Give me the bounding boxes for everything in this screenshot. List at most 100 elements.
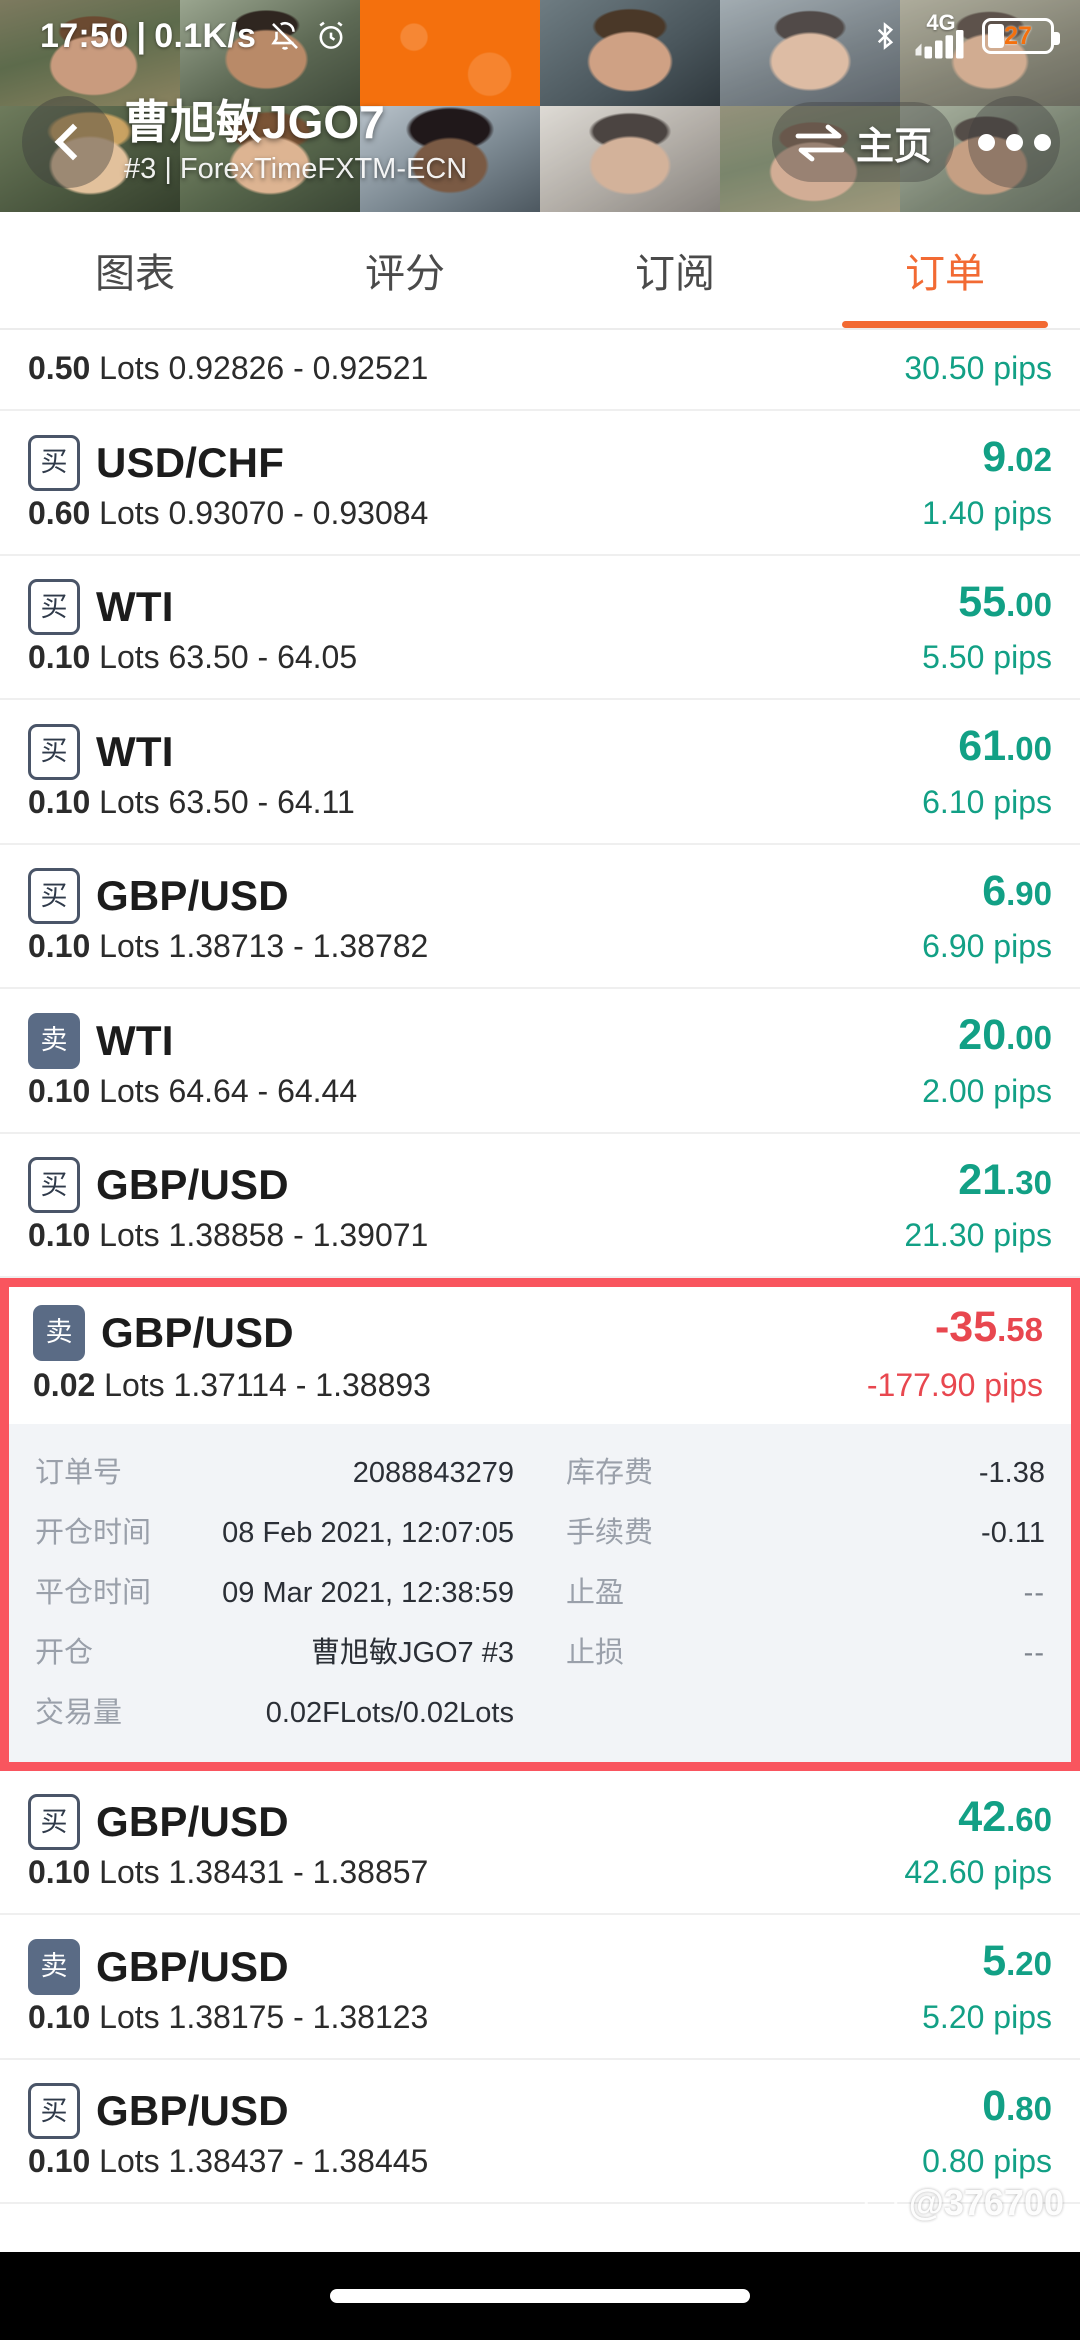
order-close-price: 0.93084 xyxy=(312,494,429,531)
order-row-bottom: 0.10 Lots 1.38713 - 1.38782 6.90 pips xyxy=(28,928,1052,987)
pips-label: pips xyxy=(984,1366,1043,1403)
order-row[interactable]: 买 GBP/USD 42.60 0.10 Lots 1.38431 - 1.38857… xyxy=(0,1770,1080,1915)
order-close-price: 0.92521 xyxy=(312,350,429,386)
order-close-price: 64.05 xyxy=(277,639,358,675)
order-symbol-block: 买 GBP/USD xyxy=(28,868,289,924)
order-row-bottom: 0.10 Lots 1.38858 - 1.39071 21.30 pips xyxy=(28,1217,1052,1276)
order-symbol-block: 买 WTI xyxy=(28,579,174,635)
order-profit-integer: -35 xyxy=(934,1303,998,1351)
home-indicator[interactable] xyxy=(330,2289,750,2303)
order-row-top: 买 GBP/USD 6.90 xyxy=(28,845,1052,924)
alarm-clock-icon xyxy=(319,21,343,49)
page-title: 曹旭敏JGO7 xyxy=(124,95,385,148)
more-dots-icon xyxy=(1033,133,1051,151)
price-range-dash: - xyxy=(257,1072,269,1109)
order-symbol-block: 卖 GBP/USD xyxy=(28,1938,289,1995)
order-row-top: 卖 GBP/USD -35.58 xyxy=(33,1303,1043,1361)
order-profit-decimal: .02 xyxy=(1006,441,1052,478)
order-volume: 0.02 xyxy=(33,1366,96,1403)
order-row[interactable]: 卖 GBP/USD 5.20 0.10 Lots 1.38175 - 1.38123 5… xyxy=(0,1915,1080,2060)
tab-label: 图表 xyxy=(95,252,175,296)
pips-label: pips xyxy=(993,494,1052,531)
order-row[interactable]: 买 GBP/USD 0.80 0.10 Lots 1.38437 - 1.38445 0… xyxy=(0,2059,1080,2204)
order-open-price: 1.38713 xyxy=(168,928,285,964)
pips-label: pips xyxy=(993,639,1052,675)
order-volume: 0.10 xyxy=(28,928,91,964)
price-range-dash: - xyxy=(293,2143,304,2179)
order-profit: 9.02 xyxy=(982,433,1052,482)
order-symbol: GBP/USD xyxy=(96,1942,289,1990)
order-pips-value: 1.40 xyxy=(922,494,985,531)
lots-label: Lots xyxy=(99,350,160,386)
tab-label: 评分 xyxy=(365,252,445,296)
pips-label: pips xyxy=(993,350,1052,386)
account-subtitle: #3 | ForexTimeFXTM-ECN xyxy=(124,152,468,185)
order-row-bottom: 0.02 Lots 1.37114 - 1.38893 -177.90 pips xyxy=(33,1367,1043,1404)
order-row-top: 买 GBP/USD 21.30 xyxy=(28,1134,1052,1213)
order-row[interactable]: 买 WTI 61.00 0.10 Lots 63.50 - 64.11 6.10 pip… xyxy=(0,700,1080,845)
detail-row: 止盈 -- xyxy=(566,1560,1045,1620)
tab-label: 订阅 xyxy=(635,252,715,296)
order-profit-integer: 9 xyxy=(982,433,1007,481)
order-close-price: 64.11 xyxy=(277,783,355,820)
order-open-price: 1.37114 xyxy=(173,1366,287,1403)
order-profit-integer: 21 xyxy=(958,1155,1007,1204)
order-profit-decimal: .00 xyxy=(1006,585,1052,623)
price-range-dash: - xyxy=(293,1854,304,1890)
order-profit-decimal: .00 xyxy=(1006,1019,1052,1056)
order-profit: 42.60 xyxy=(958,1793,1052,1842)
order-pips-value: 2.00 xyxy=(922,1072,985,1109)
detail-value: 08 Feb 2021, 12:07:05 xyxy=(222,1516,514,1549)
order-row[interactable]: 买 GBP/USD 21.30 0.10 Lots 1.38858 - 1.39071… xyxy=(0,1133,1080,1278)
battery-percent-label: 27 xyxy=(1004,21,1032,50)
order-row-top: 买 USD/CHF 9.02 xyxy=(28,411,1052,491)
tab-rating[interactable]: 评分 xyxy=(270,212,540,328)
order-open-price: 1.38431 xyxy=(168,1854,285,1890)
order-row[interactable]: 卖 WTI 20.00 0.10 Lots 64.64 - 64.44 2.00 pip… xyxy=(0,989,1080,1134)
order-pips-value: 5.20 xyxy=(922,1998,985,2035)
detail-row: 止损 -- xyxy=(566,1620,1045,1680)
order-volume-prices: 0.10 Lots 1.38713 - 1.38782 xyxy=(28,928,428,965)
order-pips: 5.20 pips xyxy=(922,1999,1052,2036)
pips-label: pips xyxy=(993,928,1052,964)
order-row[interactable]: 买 WTI 55.00 0.10 Lots 63.50 - 64.05 5.50 pip… xyxy=(0,555,1080,700)
detail-row: 开仓 曹旭敏JGO7 #3 xyxy=(35,1620,514,1680)
order-profit-decimal: .58 xyxy=(997,1311,1043,1348)
order-pips: 30.50 pips xyxy=(904,350,1052,387)
lots-label: Lots xyxy=(99,639,160,675)
detail-label: 平仓时间 xyxy=(35,1576,152,1609)
account-title-block: 曹旭敏JGO7 #3 | ForexTimeFXTM-ECN xyxy=(124,96,467,189)
more-button[interactable] xyxy=(968,96,1060,188)
detail-column-right: 库存费 -1.38 手续费 -0.11 止盈 -- 止损 -- xyxy=(540,1440,1071,1740)
buy-badge: 买 xyxy=(28,2083,80,2139)
order-volume-prices: 0.10 Lots 1.38175 - 1.38123 xyxy=(28,1999,428,2036)
back-button[interactable] xyxy=(22,96,114,188)
order-pips-value: 21.30 xyxy=(904,1217,985,1253)
home-button[interactable]: 主页 xyxy=(771,102,954,182)
order-pips-value: 42.60 xyxy=(904,1854,985,1890)
buy-badge: 买 xyxy=(28,723,80,780)
tab-orders[interactable]: 订单 xyxy=(810,212,1080,328)
order-row[interactable]: 买 GBP/USD 6.90 0.10 Lots 1.38713 - 1.38782 6… xyxy=(0,844,1080,989)
tab-chart[interactable]: 图表 xyxy=(0,212,270,328)
detail-value: -0.11 xyxy=(981,1516,1045,1549)
pips-label: pips xyxy=(993,2143,1052,2179)
order-row-top: 买 WTI 61.00 xyxy=(28,700,1052,780)
order-row-top: 卖 WTI 20.00 xyxy=(28,989,1052,1069)
order-profit-decimal: .60 xyxy=(1006,1800,1052,1838)
order-close-price: 1.39071 xyxy=(312,1217,429,1253)
order-pips: 0.80 pips xyxy=(922,2143,1052,2180)
tab-subscribe[interactable]: 订阅 xyxy=(540,212,810,328)
lots-label: Lots xyxy=(99,1998,160,2035)
detail-row: 交易量 0.02FLots/0.02Lots xyxy=(35,1680,514,1740)
selected-order-card[interactable]: 卖 GBP/USD -35.58 0.02 Lots 1.37114 - 1.3889… xyxy=(0,1278,1080,1771)
price-range-dash: - xyxy=(293,928,304,964)
order-profit-integer: 0 xyxy=(982,2081,1007,2130)
order-row[interactable]: 0.50 Lots 0.92826 - 0.92521 30.50 pips xyxy=(0,334,1080,411)
detail-value: 09 Mar 2021, 12:38:59 xyxy=(222,1576,514,1609)
order-row-bottom: 0.60 Lots 0.93070 - 0.93084 1.40 pips xyxy=(28,495,1052,554)
order-row[interactable]: 买 USD/CHF 9.02 0.60 Lots 0.93070 - 0.93084 1… xyxy=(0,411,1080,556)
tab-label: 订单 xyxy=(905,252,985,296)
status-time: 17:50 xyxy=(40,16,129,55)
order-volume: 0.10 xyxy=(28,639,91,675)
